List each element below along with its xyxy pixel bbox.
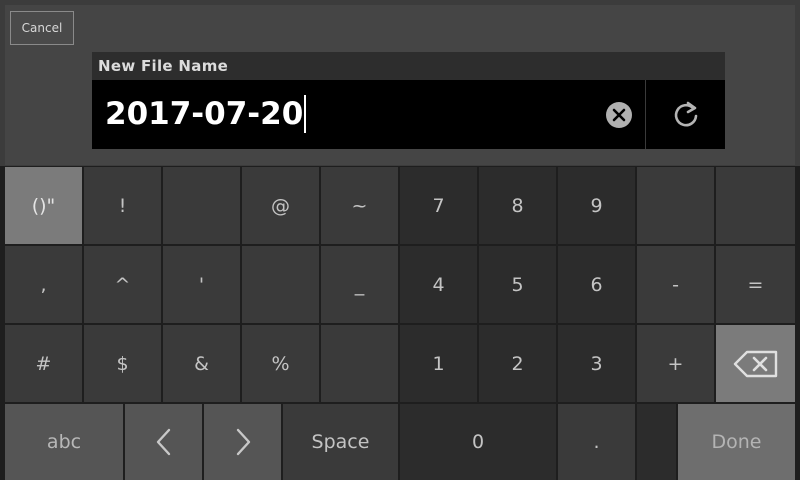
key-4[interactable]: 4 [400,246,477,323]
space-key[interactable]: Space [283,404,398,480]
file-name-input[interactable]: 2017-07-20 [92,80,725,149]
key-brackets-quote[interactable]: ()" [5,167,82,244]
cancel-button[interactable]: Cancel [10,11,74,45]
key-at[interactable]: @ [242,167,319,244]
key-exclamation[interactable]: ! [84,167,161,244]
clear-x-circle-icon [605,101,632,128]
key-blank [637,167,714,244]
key-dot[interactable]: . [558,404,635,480]
text-caret [304,94,307,133]
key-9[interactable]: 9 [558,167,635,244]
done-key[interactable]: Done [678,404,795,480]
abc-key[interactable]: abc [5,404,123,480]
refresh-button[interactable] [646,80,725,149]
chevron-right-icon [236,428,250,456]
file-name-text: 2017-07-20 [105,96,304,132]
field-label: New File Name [98,57,229,75]
key-hash[interactable]: # [5,325,82,402]
clear-button[interactable] [592,80,645,149]
key-blank [242,246,319,323]
key-underscore[interactable]: _ [321,246,398,323]
key-1[interactable]: 1 [400,325,477,402]
cursor-left-key[interactable] [125,404,202,480]
rename-dialog: Cancel New File Name 2017-07-20 ()" ! @ … [0,0,800,480]
cursor-right-key[interactable] [204,404,281,480]
chevron-left-icon [156,428,170,456]
key-blank [716,167,795,244]
key-plus[interactable]: + [637,325,714,402]
key-dollar[interactable]: $ [84,325,161,402]
header-panel: Cancel New File Name 2017-07-20 [5,5,795,165]
key-blank [637,404,676,480]
key-caret[interactable]: ^ [84,246,161,323]
key-2[interactable]: 2 [479,325,556,402]
key-3[interactable]: 3 [558,325,635,402]
key-comma[interactable]: , [5,246,82,323]
backspace-key[interactable] [716,325,795,402]
key-blank [163,167,240,244]
key-apostrophe[interactable]: ' [163,246,240,323]
key-tilde[interactable]: ~ [321,167,398,244]
key-ampersand[interactable]: & [163,325,240,402]
refresh-icon [674,101,697,126]
backspace-icon [733,350,777,377]
key-minus[interactable]: - [637,246,714,323]
key-0[interactable]: 0 [400,404,556,480]
key-6[interactable]: 6 [558,246,635,323]
key-equals[interactable]: = [716,246,795,323]
key-7[interactable]: 7 [400,167,477,244]
symbol-keyboard: ()" ! @ ~ 7 8 9 , ^ ' _ 4 5 6 - = # $ & … [0,166,800,480]
key-blank [321,325,398,402]
key-8[interactable]: 8 [479,167,556,244]
field-label-bar: New File Name [92,52,725,80]
key-percent[interactable]: % [242,325,319,402]
key-5[interactable]: 5 [479,246,556,323]
file-name-value[interactable]: 2017-07-20 [105,80,307,149]
